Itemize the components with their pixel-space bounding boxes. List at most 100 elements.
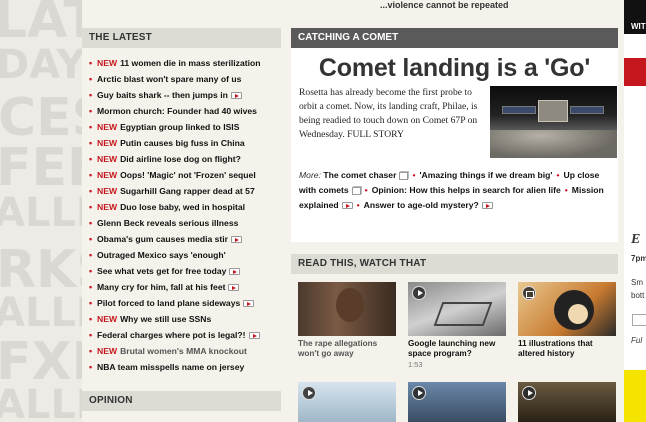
headline-text[interactable]: Brutal women's MMA knockout	[120, 346, 247, 356]
face-shape	[336, 288, 364, 322]
comet-more-link[interactable]: 'Amazing things if we dream big'	[419, 170, 552, 180]
comet-summary[interactable]: Rosetta has already become the first pro…	[299, 86, 491, 142]
comet-more-link[interactable]: Answer to age-old mystery?	[364, 200, 479, 210]
latest-headline[interactable]: Obama's gum causes media stir	[89, 231, 281, 247]
latest-headline[interactable]: See what vets get for free today	[89, 263, 281, 279]
headline-text[interactable]: Did airline lose dog on flight?	[120, 154, 241, 164]
headline-text[interactable]: 11 women die in mass sterilization	[120, 58, 260, 68]
gallery-icon[interactable]	[522, 286, 536, 300]
latest-headline[interactable]: NBA team misspells name on jersey	[89, 359, 281, 375]
video-icon[interactable]	[230, 92, 242, 100]
latest-headline[interactable]: Many cry for him, fall at his feet	[89, 279, 281, 295]
latest-headline[interactable]: NEWEgyptian group linked to ISIS	[89, 119, 281, 135]
thumb-caption[interactable]: 11 illustrations that altered history	[518, 339, 616, 359]
comet-more-link[interactable]: Opinion: How this helps in search for al…	[372, 185, 561, 195]
right-col-button[interactable]	[632, 314, 646, 326]
comet-lander-image[interactable]	[490, 86, 617, 158]
latest-headline[interactable]: Outraged Mexico says 'enough'	[89, 247, 281, 263]
video-icon[interactable]	[228, 284, 240, 292]
latest-heading[interactable]: THE LATEST	[82, 28, 281, 48]
thumb-story[interactable]: Google launching new space program? 1:53	[408, 282, 506, 369]
headline-text[interactable]: See what vets get for free today	[97, 266, 226, 276]
headline-text[interactable]: NBA team misspells name on jersey	[97, 362, 244, 372]
yellow-ad-block[interactable]	[624, 370, 646, 422]
latest-headline[interactable]: NEWDuo lose baby, wed in hospital	[89, 199, 281, 215]
thumb-caption[interactable]: Google launching new space program?	[408, 339, 506, 359]
thumb-image[interactable]	[298, 282, 396, 336]
video-icon[interactable]	[229, 268, 241, 276]
face-shape	[568, 304, 588, 324]
headline-text[interactable]: Obama's gum causes media stir	[97, 234, 228, 244]
headline-text[interactable]: Putin causes big fuss in China	[120, 138, 245, 148]
gallery-icon[interactable]	[351, 186, 361, 195]
right-col-text: WIT	[631, 22, 646, 31]
bullet-separator: •	[556, 170, 560, 180]
video-icon[interactable]	[243, 300, 255, 308]
play-icon[interactable]	[412, 386, 426, 400]
comet-section-heading[interactable]: CATCHING A COMET	[291, 28, 618, 48]
latest-headline[interactable]: NEWPutin causes big fuss in China	[89, 135, 281, 151]
latest-headline[interactable]: Pilot forced to land plane sideways	[89, 295, 281, 311]
headline-text[interactable]: Many cry for him, fall at his feet	[97, 282, 225, 292]
ad-block[interactable]: WIT	[624, 0, 646, 34]
headline-text[interactable]: Egyptian group linked to ISIS	[120, 122, 239, 132]
right-col-text: 7pm	[631, 254, 646, 263]
headline-text[interactable]: Pilot forced to land plane sideways	[97, 298, 240, 308]
thumb-caption[interactable]: The rape allegations won't go away	[298, 339, 396, 359]
video-icon[interactable]	[248, 332, 260, 340]
comet-more-link[interactable]: The comet chaser	[323, 170, 396, 180]
headline-text[interactable]: Why we still use SSNs	[120, 314, 211, 324]
play-icon[interactable]	[302, 386, 316, 400]
latest-headline[interactable]: Federal charges where pot is legal?!	[89, 327, 281, 343]
latest-headline[interactable]: NEWWhy we still use SSNs	[89, 311, 281, 327]
bg-letter: DAY.N	[0, 42, 82, 88]
latest-headline[interactable]: NEWOops! 'Magic' not 'Frozen' sequel	[89, 167, 281, 183]
opinion-heading[interactable]: OPINION	[82, 391, 281, 411]
thumb-story[interactable]: The rape allegations won't go away	[298, 282, 396, 359]
latest-headline[interactable]: NEW11 women die in mass sterilization	[89, 55, 281, 71]
headline-text[interactable]: Mormon church: Founder had 40 wives	[97, 106, 257, 116]
right-col-text: bott	[631, 291, 645, 300]
thumb-image[interactable]	[518, 382, 616, 422]
headline-text[interactable]: Arctic blast won't spare many of us	[97, 74, 241, 84]
solar-panel	[570, 106, 604, 114]
headline-text[interactable]: Sugarhill Gang rapper dead at 57	[120, 186, 255, 196]
right-col-text: E	[631, 232, 641, 247]
bullet-separator: •	[412, 170, 416, 180]
thumb-story[interactable]: 11 illustrations that altered history	[518, 282, 616, 359]
latest-headline[interactable]: Mormon church: Founder had 40 wives	[89, 103, 281, 119]
read-watch-heading[interactable]: READ THIS, WATCH THAT	[291, 254, 618, 274]
latest-headline[interactable]: Guy baits shark -- then jumps in	[89, 87, 281, 103]
thumb-image[interactable]	[408, 382, 506, 422]
headline-text[interactable]: Oops! 'Magic' not 'Frozen' sequel	[120, 170, 256, 180]
latest-headline[interactable]: NEWBrutal women's MMA knockout	[89, 343, 281, 359]
thumb-image[interactable]	[408, 282, 506, 336]
latest-headline[interactable]: Arctic blast won't spare many of us	[89, 71, 281, 87]
comet-feature: CATCHING A COMET Comet landing is a 'Go'…	[291, 28, 618, 242]
headline-text[interactable]: Duo lose baby, wed in hospital	[120, 202, 245, 212]
gallery-icon[interactable]	[399, 171, 409, 180]
video-icon[interactable]	[231, 236, 243, 244]
thumb-image[interactable]	[518, 282, 616, 336]
comet-headline[interactable]: Comet landing is a 'Go'	[291, 52, 618, 84]
latest-headline[interactable]: NEWDid airline lose dog on flight?	[89, 151, 281, 167]
thumb-image[interactable]	[298, 382, 396, 422]
bullet-separator: •	[364, 185, 368, 195]
latest-headline[interactable]: Glenn Beck reveals serious illness	[89, 215, 281, 231]
headline-text[interactable]: Guy baits shark -- then jumps in	[97, 90, 228, 100]
top-strip-headline[interactable]: ...violence cannot be repeated	[380, 0, 509, 10]
latest-list: NEW11 women die in mass sterilizationArc…	[82, 55, 281, 375]
new-badge: NEW	[97, 202, 118, 212]
headline-text[interactable]: Glenn Beck reveals serious illness	[97, 218, 238, 228]
solar-panel	[502, 106, 536, 114]
red-banner[interactable]	[624, 58, 646, 86]
play-icon[interactable]	[412, 286, 426, 300]
right-col-text: Sm	[631, 278, 643, 287]
video-icon[interactable]	[341, 202, 353, 210]
headline-text[interactable]: Federal charges where pot is legal?!	[97, 330, 246, 340]
headline-text[interactable]: Outraged Mexico says 'enough'	[97, 250, 226, 260]
latest-headline[interactable]: NEWSugarhill Gang rapper dead at 57	[89, 183, 281, 199]
video-icon[interactable]	[481, 202, 493, 210]
new-badge: NEW	[97, 154, 118, 164]
play-icon[interactable]	[522, 386, 536, 400]
